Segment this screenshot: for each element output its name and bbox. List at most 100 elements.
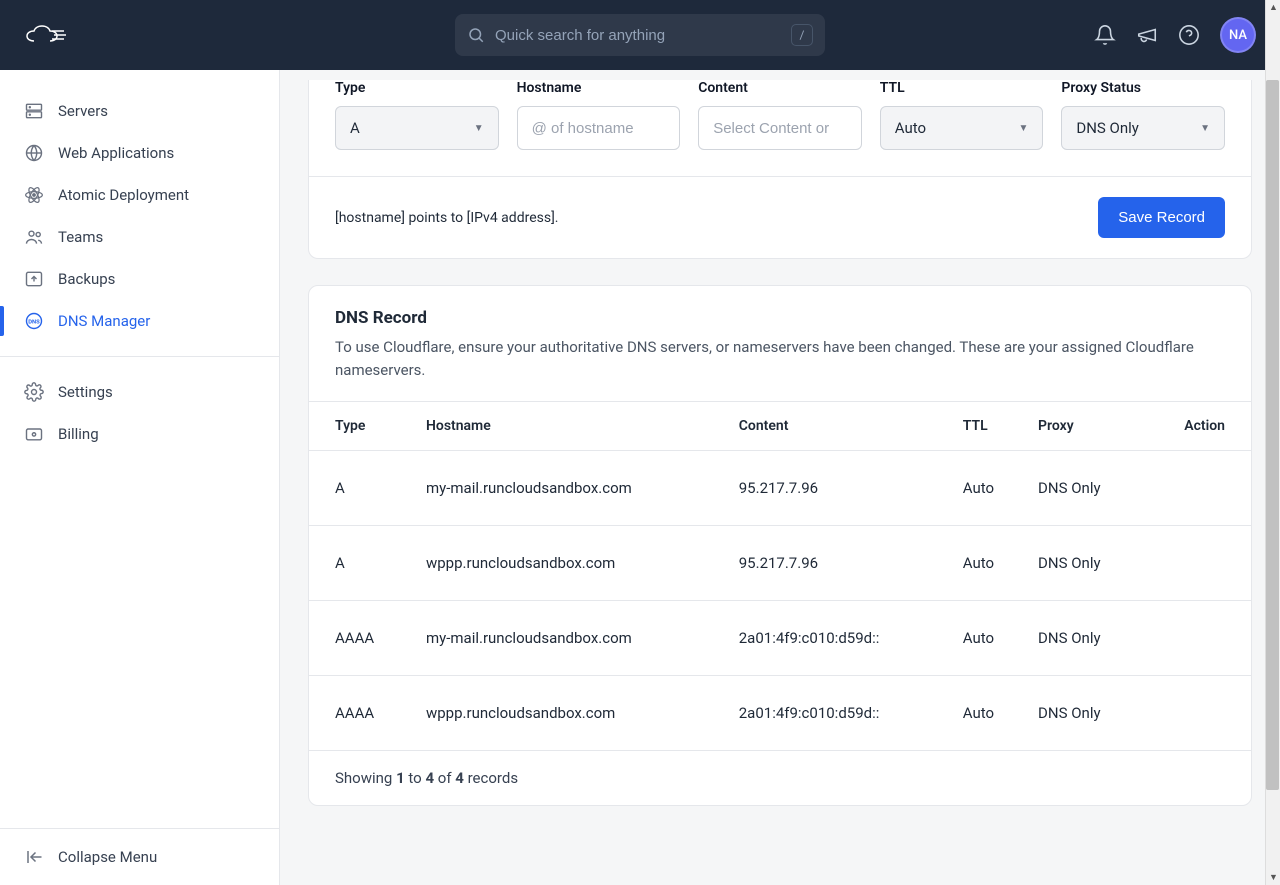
collapse-menu[interactable]: Collapse Menu bbox=[0, 828, 279, 885]
help-icon[interactable] bbox=[1178, 24, 1200, 46]
cell-proxy: DNS Only bbox=[1026, 450, 1144, 525]
server-icon bbox=[24, 101, 44, 121]
col-ttl: TTL bbox=[951, 401, 1026, 450]
table-row[interactable]: AAAAmy-mail.runcloudsandbox.com2a01:4f9:… bbox=[309, 600, 1251, 675]
cell-type: AAAA bbox=[309, 600, 414, 675]
cell-content: 2a01:4f9:c010:d59d:: bbox=[727, 600, 951, 675]
scrollbar[interactable]: ▲ ▼ bbox=[1265, 0, 1280, 885]
form-hint: [hostname] points to [IPv4 address]. bbox=[335, 210, 558, 226]
sidebar-item-dns-manager[interactable]: DNS DNS Manager bbox=[0, 300, 279, 342]
type-value: A bbox=[350, 119, 360, 137]
search-shortcut: / bbox=[791, 24, 813, 46]
col-type: Type bbox=[309, 401, 414, 450]
footer-ofword: of bbox=[434, 769, 455, 787]
cell-hostname: wppp.runcloudsandbox.com bbox=[414, 525, 727, 600]
cell-hostname: wppp.runcloudsandbox.com bbox=[414, 675, 727, 750]
footer-total: 4 bbox=[455, 769, 464, 787]
cell-type: AAAA bbox=[309, 675, 414, 750]
table-row[interactable]: AAAAwppp.runcloudsandbox.com2a01:4f9:c01… bbox=[309, 675, 1251, 750]
bell-icon[interactable] bbox=[1094, 24, 1116, 46]
collapse-icon bbox=[24, 847, 44, 867]
save-record-button[interactable]: Save Record bbox=[1098, 197, 1225, 238]
search-icon bbox=[467, 26, 485, 44]
nav-divider bbox=[0, 356, 279, 357]
records-title: DNS Record bbox=[335, 308, 1225, 328]
proxy-value: DNS Only bbox=[1076, 119, 1139, 137]
sidebar-item-label: Teams bbox=[58, 228, 103, 246]
cell-action[interactable] bbox=[1144, 675, 1251, 750]
table-footer: Showing 1 to 4 of 4 records bbox=[309, 751, 1251, 805]
col-action: Action bbox=[1144, 401, 1251, 450]
create-record-card: Type A ▼ Hostname Content bbox=[308, 80, 1252, 259]
scroll-up-icon[interactable]: ▲ bbox=[1266, 0, 1280, 15]
ttl-value: Auto bbox=[895, 119, 926, 137]
create-record-form: Type A ▼ Hostname Content bbox=[309, 80, 1251, 176]
hostname-input[interactable] bbox=[532, 120, 666, 137]
megaphone-icon[interactable] bbox=[1136, 24, 1158, 46]
footer-to: 4 bbox=[425, 769, 434, 787]
header-actions: NA bbox=[1094, 17, 1256, 53]
footer-from: 1 bbox=[396, 769, 405, 787]
cell-hostname: my-mail.runcloudsandbox.com bbox=[414, 600, 727, 675]
dns-records-card: DNS Record To use Cloudflare, ensure you… bbox=[308, 285, 1252, 806]
sidebar-item-teams[interactable]: Teams bbox=[0, 216, 279, 258]
scroll-down-icon[interactable]: ▼ bbox=[1266, 870, 1280, 885]
sidebar-item-label: DNS Manager bbox=[58, 312, 150, 330]
hostname-label: Hostname bbox=[517, 80, 681, 96]
sidebar-item-label: Backups bbox=[58, 270, 115, 288]
globe-icon bbox=[24, 143, 44, 163]
search-wrap: / bbox=[455, 14, 825, 56]
records-description: To use Cloudflare, ensure your authorita… bbox=[335, 336, 1225, 383]
ttl-label: TTL bbox=[880, 80, 1044, 96]
users-icon bbox=[24, 227, 44, 247]
backup-icon bbox=[24, 269, 44, 289]
logo[interactable] bbox=[24, 23, 68, 47]
app-header: / NA bbox=[0, 0, 1280, 70]
cell-action[interactable] bbox=[1144, 525, 1251, 600]
proxy-select[interactable]: DNS Only ▼ bbox=[1061, 106, 1225, 150]
sidebar-item-web-applications[interactable]: Web Applications bbox=[0, 132, 279, 174]
cell-content: 95.217.7.96 bbox=[727, 525, 951, 600]
sidebar-item-label: Atomic Deployment bbox=[58, 186, 189, 204]
ttl-select[interactable]: Auto ▼ bbox=[880, 106, 1044, 150]
sidebar-item-atomic-deployment[interactable]: Atomic Deployment bbox=[0, 174, 279, 216]
sidebar-item-label: Settings bbox=[58, 383, 113, 401]
cell-proxy: DNS Only bbox=[1026, 675, 1144, 750]
dns-icon: DNS bbox=[24, 311, 44, 331]
collapse-label: Collapse Menu bbox=[58, 848, 157, 866]
chevron-down-icon: ▼ bbox=[1018, 123, 1028, 134]
sidebar-item-billing[interactable]: Billing bbox=[0, 413, 279, 455]
content-label: Content bbox=[698, 80, 862, 96]
search-input[interactable] bbox=[495, 27, 791, 44]
sidebar-item-servers[interactable]: Servers bbox=[0, 90, 279, 132]
sidebar-item-backups[interactable]: Backups bbox=[0, 258, 279, 300]
search-box[interactable]: / bbox=[455, 14, 825, 56]
cell-action[interactable] bbox=[1144, 600, 1251, 675]
cell-content: 95.217.7.96 bbox=[727, 450, 951, 525]
cell-hostname: my-mail.runcloudsandbox.com bbox=[414, 450, 727, 525]
svg-text:DNS: DNS bbox=[28, 320, 40, 326]
billing-icon bbox=[24, 424, 44, 444]
sidebar: Servers Web Applications Atomic Deployment… bbox=[0, 70, 280, 885]
table-row[interactable]: Awppp.runcloudsandbox.com95.217.7.96Auto… bbox=[309, 525, 1251, 600]
sidebar-item-settings[interactable]: Settings bbox=[0, 371, 279, 413]
cell-type: A bbox=[309, 525, 414, 600]
table-row[interactable]: Amy-mail.runcloudsandbox.com95.217.7.96A… bbox=[309, 450, 1251, 525]
scrollbar-thumb[interactable] bbox=[1266, 80, 1279, 790]
main-content: Type A ▼ Hostname Content bbox=[280, 70, 1280, 885]
sidebar-item-label: Servers bbox=[58, 102, 108, 120]
avatar[interactable]: NA bbox=[1220, 17, 1256, 53]
cell-content: 2a01:4f9:c010:d59d:: bbox=[727, 675, 951, 750]
cell-action[interactable] bbox=[1144, 450, 1251, 525]
type-select[interactable]: A ▼ bbox=[335, 106, 499, 150]
cell-ttl: Auto bbox=[951, 450, 1026, 525]
col-content: Content bbox=[727, 401, 951, 450]
atom-icon bbox=[24, 185, 44, 205]
chevron-down-icon: ▼ bbox=[474, 123, 484, 134]
content-input[interactable] bbox=[713, 120, 847, 137]
action-bar: [hostname] points to [IPv4 address]. Sav… bbox=[309, 176, 1251, 258]
cell-ttl: Auto bbox=[951, 525, 1026, 600]
cell-ttl: Auto bbox=[951, 600, 1026, 675]
cell-proxy: DNS Only bbox=[1026, 525, 1144, 600]
chevron-down-icon: ▼ bbox=[1200, 123, 1210, 134]
